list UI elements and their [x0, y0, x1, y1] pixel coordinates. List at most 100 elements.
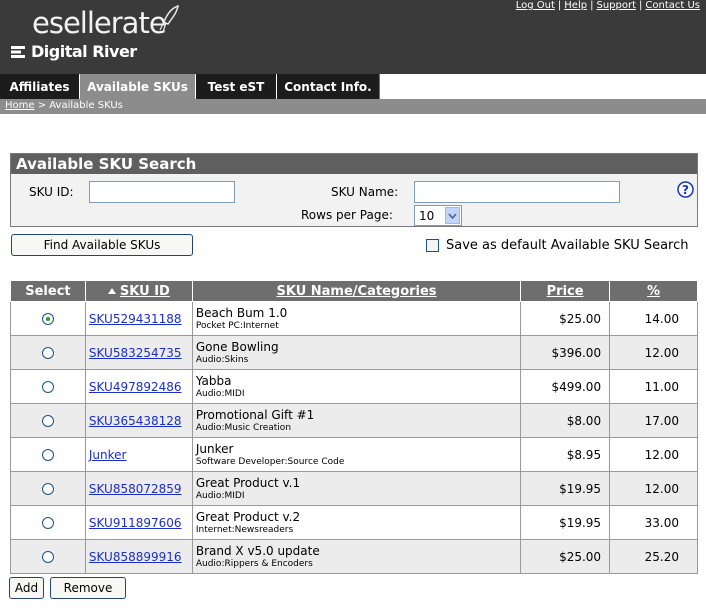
- price-cell: $25.00: [520, 301, 611, 336]
- select-radio[interactable]: [41, 313, 54, 325]
- sku-id-link[interactable]: SKU529431188: [89, 312, 182, 326]
- chevron-down-icon[interactable]: [445, 207, 460, 224]
- sort-ascending-icon: [107, 288, 116, 294]
- tab-contact-info[interactable]: Contact Info.: [277, 74, 380, 99]
- select-radio[interactable]: [41, 517, 54, 529]
- rocket-icon: [159, 4, 179, 33]
- sku-id-link[interactable]: SKU365438128: [89, 414, 182, 428]
- sku-id-link[interactable]: SKU497892486: [89, 380, 182, 394]
- tab-test-est[interactable]: Test eST: [196, 74, 277, 99]
- help-icon[interactable]: ?: [677, 181, 694, 198]
- digital-river-logo: Digital River: [10, 42, 137, 61]
- sku-name-cell: Promotional Gift #1 Audio:Music Creation: [191, 403, 522, 438]
- rows-per-page-select[interactable]: 10: [414, 205, 462, 226]
- support-link[interactable]: Support: [596, 0, 636, 11]
- table-row: SKU858072859 Great Product v.1 Audio:MIDI $…: [10, 471, 698, 506]
- column-header-sku-id[interactable]: SKU ID: [84, 280, 193, 302]
- select-cell: [10, 301, 86, 336]
- search-panel-title: Available SKU Search: [11, 154, 697, 174]
- tab-affiliates[interactable]: Affiliates: [0, 74, 80, 99]
- breadcrumb-separator: >: [34, 100, 50, 111]
- name-sort-link[interactable]: SKU Name/Categories: [276, 284, 436, 299]
- select-cell: [10, 539, 86, 574]
- contact-us-link[interactable]: Contact Us: [645, 0, 700, 11]
- sku-name-cell: Brand X v5.0 update Audio:Rippers & Encod…: [191, 539, 522, 574]
- table-row: SKU583254735 Gone Bowling Audio:Skins $396.…: [10, 335, 698, 370]
- help-link[interactable]: Help: [564, 0, 587, 11]
- select-cell: [10, 369, 86, 404]
- percent-cell: 33.00: [609, 505, 698, 540]
- sku-id-cell: SKU365438128: [84, 403, 193, 438]
- price-cell: $8.95: [520, 437, 611, 472]
- sku-name: Promotional Gift #1: [195, 407, 315, 422]
- sku-name-input[interactable]: [414, 181, 620, 203]
- rows-per-page-label: Rows per Page:: [301, 208, 393, 222]
- sku-category: Software Developer:Source Code: [195, 456, 345, 467]
- sku-id-sort-link[interactable]: SKU ID: [120, 284, 170, 299]
- percent-cell: 14.00: [609, 301, 698, 336]
- sku-category: Audio:Music Creation: [195, 422, 292, 433]
- remove-button[interactable]: Remove: [50, 577, 126, 599]
- select-radio[interactable]: [41, 483, 54, 495]
- sku-name-cell: Junker Software Developer:Source Code: [191, 437, 522, 472]
- price-cell: $8.00: [520, 403, 611, 438]
- select-radio[interactable]: [41, 449, 54, 461]
- svg-text:?: ?: [682, 183, 689, 197]
- sku-category: Internet:Newsreaders: [195, 524, 294, 535]
- sku-name-cell: Great Product v.2 Internet:Newsreaders: [191, 505, 522, 540]
- table-row: SKU529431188 Beach Bum 1.0 Pocket PC:Inter…: [10, 301, 698, 336]
- sku-name: Beach Bum 1.0: [195, 305, 288, 320]
- esellerate-logo: esellerate: [32, 6, 167, 40]
- sku-id-link[interactable]: SKU911897606: [89, 516, 182, 530]
- sku-name: Yabba: [195, 373, 232, 388]
- find-available-skus-button[interactable]: Find Available SKUs: [11, 234, 193, 256]
- table-row: SKU911897606 Great Product v.2 Internet:Ne…: [10, 505, 698, 540]
- breadcrumb-current: Available SKUs: [49, 100, 123, 111]
- table-body: SKU529431188 Beach Bum 1.0 Pocket PC:Inter…: [10, 301, 698, 574]
- sku-id-input[interactable]: [89, 181, 235, 203]
- main-tabs: Affiliates Available SKUs Test eST Conta…: [0, 74, 706, 99]
- sku-id-label: SKU ID:: [29, 185, 74, 199]
- add-button[interactable]: Add: [9, 577, 44, 599]
- sku-id-cell: SKU529431188: [84, 301, 193, 336]
- table-row: Junker Junker Software Developer:Source Co…: [10, 437, 698, 472]
- select-radio[interactable]: [41, 347, 54, 359]
- sku-name: Brand X v5.0 update: [195, 543, 320, 558]
- select-cell: [10, 471, 86, 506]
- percent-cell: 25.20: [609, 539, 698, 574]
- column-header-percent[interactable]: %: [609, 280, 698, 302]
- sku-id-link[interactable]: SKU858899916: [89, 550, 182, 564]
- select-cell: [10, 505, 86, 540]
- percent-cell: 12.00: [609, 471, 698, 506]
- save-default-label: Save as default Available SKU Search: [446, 238, 689, 253]
- table-header-row: Select SKU ID SKU Name/Categories Price …: [10, 280, 698, 302]
- sku-id-link[interactable]: SKU583254735: [89, 346, 182, 360]
- price-sort-link[interactable]: Price: [547, 284, 584, 299]
- sku-name: Gone Bowling: [195, 339, 279, 354]
- price-cell: $499.00: [520, 369, 611, 404]
- column-header-price[interactable]: Price: [520, 280, 611, 302]
- sku-category: Pocket PC:Internet: [195, 320, 279, 331]
- price-cell: $19.95: [520, 505, 611, 540]
- save-default-checkbox[interactable]: [426, 239, 439, 252]
- select-cell: [10, 403, 86, 438]
- sku-name-cell: Great Product v.1 Audio:MIDI: [191, 471, 522, 506]
- sku-name: Great Product v.1: [195, 475, 301, 490]
- sku-id-link[interactable]: SKU858072859: [89, 482, 182, 496]
- sku-category: Audio:MIDI: [195, 490, 245, 501]
- select-radio[interactable]: [41, 381, 54, 393]
- sku-id-cell: Junker: [84, 437, 193, 472]
- sku-id-cell: SKU497892486: [84, 369, 193, 404]
- percent-sort-link[interactable]: %: [647, 284, 660, 299]
- breadcrumb-home-link[interactable]: Home: [5, 100, 35, 111]
- column-header-name[interactable]: SKU Name/Categories: [191, 280, 522, 302]
- table-row: SKU365438128 Promotional Gift #1 Audio:Mus…: [10, 403, 698, 438]
- select-radio[interactable]: [41, 551, 54, 563]
- select-radio[interactable]: [41, 415, 54, 427]
- table-row: SKU858899916 Brand X v5.0 update Audio:Rip…: [10, 539, 698, 574]
- sku-id-link[interactable]: Junker: [89, 448, 127, 462]
- logout-link[interactable]: Log Out: [516, 0, 555, 11]
- sku-name-cell: Yabba Audio:MIDI: [191, 369, 522, 404]
- sku-name: Great Product v.2: [195, 509, 301, 524]
- tab-available-skus[interactable]: Available SKUs: [80, 74, 196, 99]
